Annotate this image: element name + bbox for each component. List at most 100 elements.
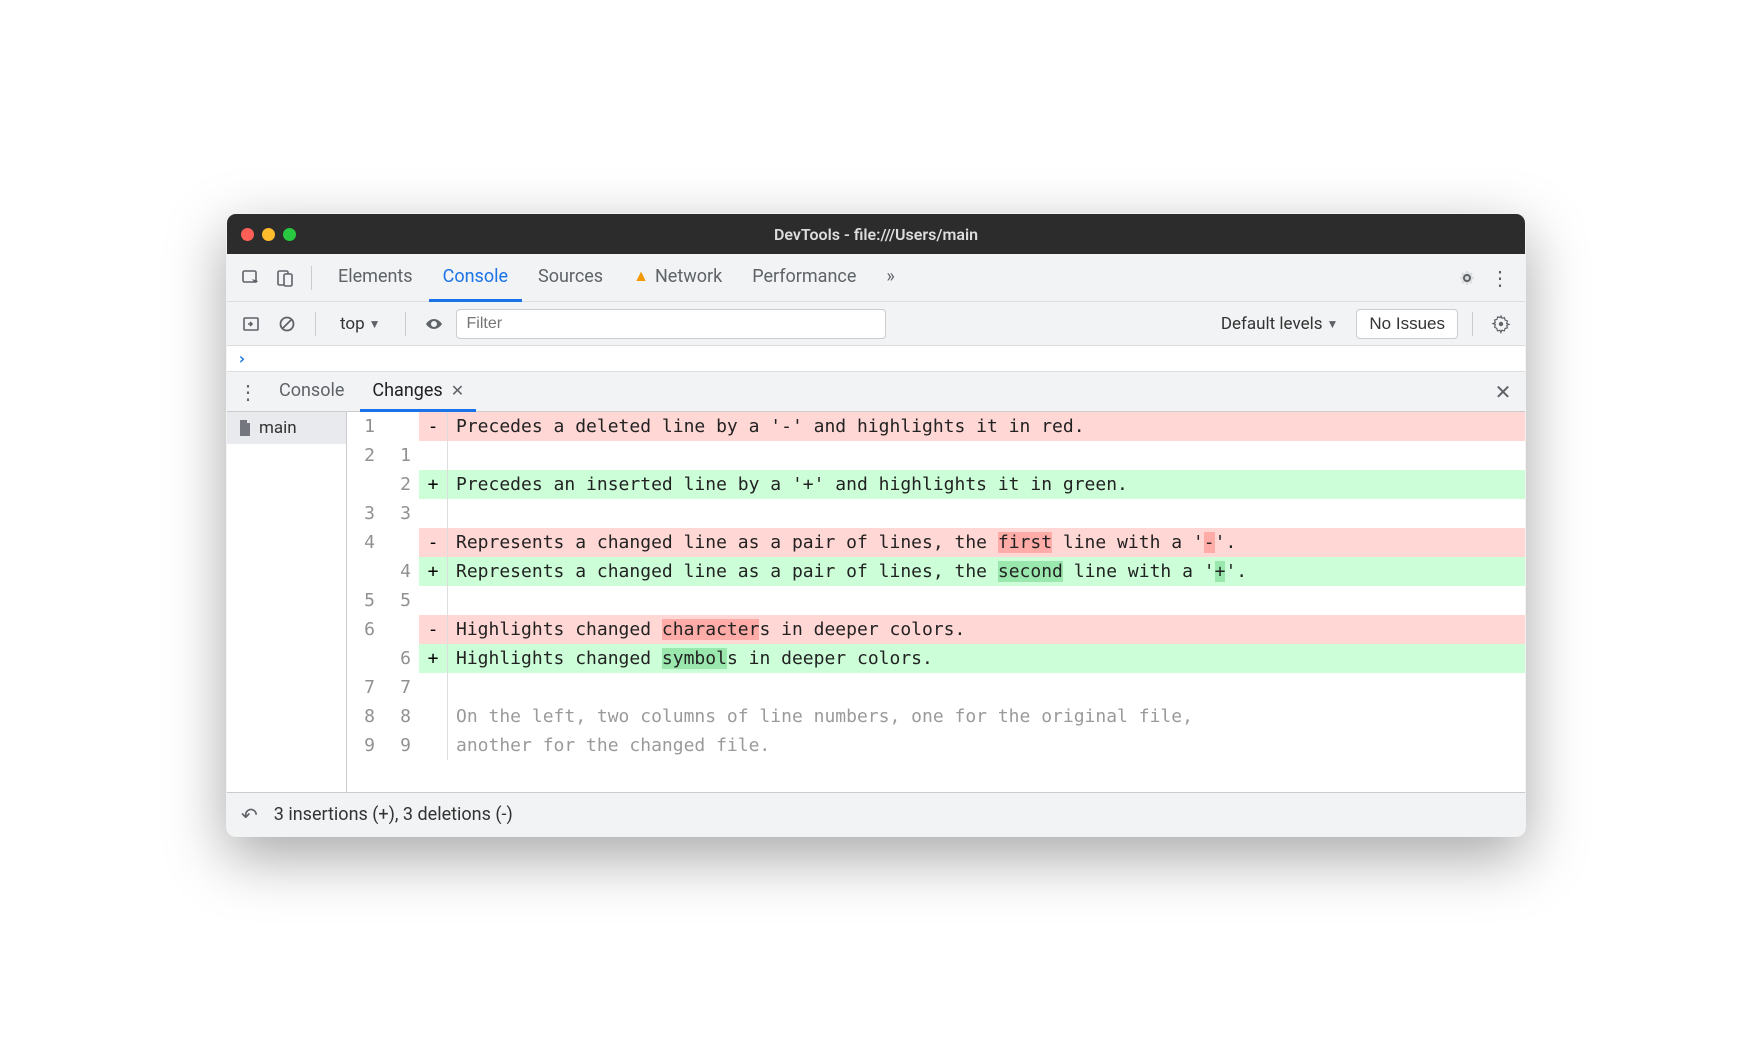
line-number-new: 1 [383, 441, 419, 470]
line-number-old: 2 [347, 441, 383, 470]
line-number-old [347, 470, 383, 499]
diff-marker [419, 441, 447, 470]
file-tree-item-label: main [259, 418, 297, 438]
tab-performance[interactable]: Performance [738, 254, 870, 302]
diff-marker: - [419, 528, 447, 557]
line-number-new: 2 [383, 470, 419, 499]
line-number-old [347, 557, 383, 586]
line-number-old [347, 644, 383, 673]
line-number-new [383, 412, 419, 441]
file-tree-item-main[interactable]: main [227, 412, 346, 444]
status-bar: ↶ 3 insertions (+), 3 deletions (-) [227, 792, 1525, 836]
diff-code: Precedes an inserted line by a '+' and h… [448, 470, 1525, 499]
drawer-tab-changes[interactable]: Changes ✕ [360, 372, 476, 412]
diff-code [448, 586, 1525, 615]
diff-row: 6+Highlights changed symbols in deeper c… [347, 644, 1525, 673]
clear-console-icon[interactable] [273, 310, 301, 338]
drawer-tabs: ⋮ Console Changes ✕ ✕ [227, 372, 1525, 412]
maximize-window-button[interactable] [283, 228, 296, 241]
diff-row: 55 [347, 586, 1525, 615]
levels-label: Default levels [1221, 314, 1323, 334]
live-expression-eye-icon[interactable] [420, 310, 448, 338]
divider [315, 312, 316, 336]
diff-code: Represents a changed line as a pair of l… [448, 557, 1525, 586]
diff-code: Represents a changed line as a pair of l… [448, 528, 1525, 557]
tab-network-label: Network [655, 266, 722, 287]
close-window-button[interactable] [241, 228, 254, 241]
titlebar: DevTools - file:///Users/main [227, 214, 1525, 254]
diff-code: Highlights changed characters in deeper … [448, 615, 1525, 644]
tab-overflow[interactable]: » [872, 254, 908, 302]
chevron-down-icon: ▼ [1327, 317, 1339, 331]
line-number-old: 4 [347, 528, 383, 557]
line-number-old: 7 [347, 673, 383, 702]
drawer-tab-console-label: Console [279, 380, 344, 401]
diff-row: 6 -Highlights changed characters in deepe… [347, 615, 1525, 644]
tab-elements-label: Elements [338, 266, 413, 287]
diff-row: 4+Represents a changed line as a pair of… [347, 557, 1525, 586]
tab-elements[interactable]: Elements [324, 254, 427, 302]
divider [405, 312, 406, 336]
minimize-window-button[interactable] [262, 228, 275, 241]
issues-button[interactable]: No Issues [1356, 309, 1458, 339]
changes-panel: main 1-Precedes a deleted line by a '-' … [227, 412, 1525, 792]
line-number-old: 8 [347, 702, 383, 731]
settings-gear-icon[interactable] [1453, 264, 1481, 292]
file-icon [237, 418, 253, 438]
line-number-old: 9 [347, 731, 383, 760]
diff-code [448, 441, 1525, 470]
diff-code: On the left, two columns of line numbers… [448, 702, 1525, 731]
line-number-new [383, 615, 419, 644]
diff-marker: - [419, 615, 447, 644]
diff-code [448, 673, 1525, 702]
more-menu-icon[interactable]: ⋮ [1487, 264, 1515, 292]
tab-console-label: Console [443, 266, 508, 287]
diff-marker: + [419, 644, 447, 673]
close-drawer-icon[interactable]: ✕ [1489, 378, 1517, 406]
drawer-tab-changes-label: Changes [372, 380, 442, 401]
line-number-new: 9 [383, 731, 419, 760]
inspect-element-icon[interactable] [237, 264, 265, 292]
chevron-down-icon: ▼ [369, 317, 381, 331]
diff-marker [419, 499, 447, 528]
console-prompt[interactable]: › [227, 346, 1525, 372]
divider [1472, 312, 1473, 336]
execution-context-selector[interactable]: top ▼ [330, 310, 391, 338]
diff-row: 77 [347, 673, 1525, 702]
show-console-sidebar-icon[interactable] [237, 310, 265, 338]
diff-row: 4 -Represents a changed line as a pair of… [347, 528, 1525, 557]
drawer-more-icon[interactable]: ⋮ [235, 378, 263, 406]
diff-marker: + [419, 557, 447, 586]
tab-console[interactable]: Console [429, 254, 522, 302]
diff-row: 99another for the changed file. [347, 731, 1525, 760]
line-number-new: 5 [383, 586, 419, 615]
diff-marker [419, 731, 447, 760]
diff-marker [419, 673, 447, 702]
file-tree: main [227, 412, 347, 792]
tab-sources[interactable]: Sources [524, 254, 617, 302]
divider [311, 266, 312, 290]
filter-input[interactable] [456, 309, 886, 339]
diff-row: 21 [347, 441, 1525, 470]
device-toolbar-icon[interactable] [271, 264, 299, 292]
diff-marker [419, 702, 447, 731]
tab-network[interactable]: ▲Network [619, 254, 736, 302]
line-number-old: 6 [347, 615, 383, 644]
diff-marker: - [419, 412, 447, 441]
prompt-chevron-icon: › [237, 349, 247, 368]
window-title: DevTools - file:///Users/main [227, 225, 1525, 244]
log-levels-selector[interactable]: Default levels ▼ [1211, 310, 1349, 338]
diff-code: Precedes a deleted line by a '-' and hig… [448, 412, 1525, 441]
diff-code: Highlights changed symbols in deeper col… [448, 644, 1525, 673]
diff-marker [419, 586, 447, 615]
line-number-new [383, 528, 419, 557]
undo-icon[interactable]: ↶ [241, 803, 258, 827]
console-toolbar: top ▼ Default levels ▼ No Issues [227, 302, 1525, 346]
diff-marker: + [419, 470, 447, 499]
line-number-new: 8 [383, 702, 419, 731]
console-settings-gear-icon[interactable] [1487, 310, 1515, 338]
close-tab-icon[interactable]: ✕ [451, 381, 464, 400]
drawer-tab-console[interactable]: Console [267, 372, 356, 412]
line-number-new: 4 [383, 557, 419, 586]
diff-view[interactable]: 1-Precedes a deleted line by a '-' and h… [347, 412, 1525, 792]
